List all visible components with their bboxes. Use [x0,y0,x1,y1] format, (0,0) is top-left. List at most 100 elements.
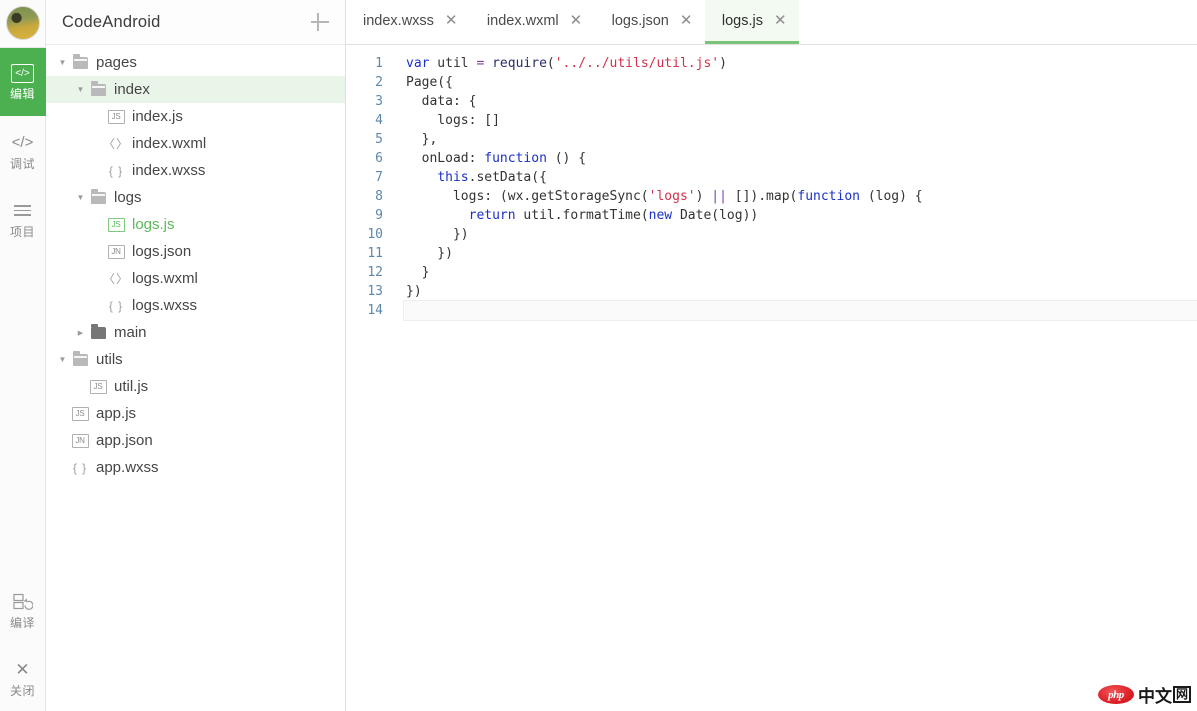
code-line[interactable]: }) [406,225,1197,244]
chevron-right-icon[interactable] [74,329,87,337]
tree-item-index[interactable]: index [46,76,345,103]
tab-close-icon[interactable]: ✕ [680,13,692,28]
watermark: php 中文网 [1098,682,1191,707]
tree-item-app-js[interactable]: JSapp.js [46,400,345,427]
angle-brackets-glyph: 〈〉 [103,273,129,285]
chevron-down-icon[interactable] [74,194,87,202]
code-line[interactable]: }) [406,244,1197,263]
curly-braces-glyph: { } [109,300,123,312]
code-token: require [492,56,547,71]
line-number: 10 [346,225,383,244]
tree-item-logs-js[interactable]: JSlogs.js [46,211,345,238]
tree-item-utils[interactable]: utils [46,346,345,373]
tree-item-logs[interactable]: logs [46,184,345,211]
tab-index-wxml[interactable]: index.wxml ✕ [470,0,595,44]
code-token: 'logs' [649,189,696,204]
tree-item-util-js[interactable]: JSutil.js [46,373,345,400]
rail-item-list: </>编辑</>调试项目 [0,48,46,252]
tree-item-index-wxss[interactable]: { } index.wxss [46,157,345,184]
code-area[interactable]: 1234567891011121314 var util = require('… [346,45,1197,711]
tree-item-logs-wxss[interactable]: { }logs.wxss [46,292,345,319]
code-token [406,208,469,223]
code-line[interactable]: this.setData({ [406,168,1197,187]
code-token: function [797,189,860,204]
code-brackets-icon: </> [11,64,34,83]
code-token: new [649,208,672,223]
line-number: 6 [346,149,383,168]
chevron-down-icon[interactable] [56,356,69,364]
folder-open-icon [87,192,109,204]
line-number: 7 [346,168,383,187]
code-token: }) [406,246,453,261]
code-token: []).map( [727,189,797,204]
code-token [484,56,492,71]
tab-close-icon[interactable]: ✕ [445,13,457,28]
js-badge: JS [108,218,125,232]
tree-item-app-json[interactable]: JNapp.json [46,427,345,454]
tree-item-index-wxml[interactable]: 〈〉index.wxml [46,130,345,157]
rail-item-project[interactable]: 项目 [0,184,46,252]
line-number: 8 [346,187,383,206]
line-number: 13 [346,282,383,301]
project-title: CodeAndroid [62,13,309,32]
chevron-down-icon[interactable] [56,59,69,67]
code-line[interactable]: }) [406,282,1197,301]
tab-close-icon[interactable]: ✕ [774,13,786,28]
tab-close-icon[interactable]: ✕ [570,13,582,28]
code-line[interactable]: data: { [406,92,1197,111]
watermark-text: 中文网 [1138,682,1191,707]
code-content[interactable]: var util = require('../../utils/util.js'… [392,45,1197,711]
code-line[interactable]: onLoad: function () { [406,149,1197,168]
code-line[interactable]: } [406,263,1197,282]
rail-item-edit[interactable]: </>编辑 [0,48,46,116]
tab-logs-js[interactable]: logs.js✕ [705,0,799,44]
curly-braces-glyph: { } [109,165,123,177]
code-line[interactable]: logs: [] [406,111,1197,130]
ide-window: </>编辑</>调试项目 编译✕关闭 CodeAndroid pagesinde… [0,0,1197,711]
tree-item-logs-json[interactable]: JNlogs.json [46,238,345,265]
code-line[interactable]: }, [406,130,1197,149]
curly-braces-glyph: { } [73,462,87,474]
json-badge: JN [72,434,89,448]
rail-item-compile[interactable]: 编译 [0,575,46,643]
tree-item-index-js[interactable]: JSindex.js [46,103,345,130]
project-header: CodeAndroid [46,0,345,45]
rail-bottom-list: 编译✕关闭 [0,575,46,711]
code-token: ( [547,56,555,71]
avatar[interactable] [6,6,40,40]
code-line[interactable]: logs: (wx.getStorageSync('logs') || []).… [406,187,1197,206]
code-line[interactable]: var util = require('../../utils/util.js'… [406,54,1197,73]
js-file-icon: JS [105,110,127,124]
tab-logs-json[interactable]: logs.json✕ [595,0,705,44]
code-token: return [469,208,516,223]
code-line[interactable]: return util.formatTime(new Date(log)) [406,206,1197,225]
line-number: 4 [346,111,383,130]
tree-item-label: index.wxss [132,162,205,179]
rail-item-label: 调试 [10,158,35,170]
tree-item-label: index [114,81,150,98]
add-file-button[interactable] [309,11,331,33]
code-line[interactable] [404,301,1197,320]
tree-item-pages[interactable]: pages [46,49,345,76]
code-token [406,170,437,185]
folder-closed-icon [87,327,109,339]
tree-item-app-wxss[interactable]: { }app.wxss [46,454,345,481]
wxss-file-icon: { } [105,300,127,312]
tab-index-wxss[interactable]: index.wxss✕ [346,0,470,44]
editor-tabbar: index.wxss✕index.wxml✕logs.json✕logs.js✕ [346,0,1197,45]
angle-brackets-glyph: 〈〉 [103,138,129,150]
js-badge: JS [90,380,107,394]
code-line[interactable]: Page({ [406,73,1197,92]
js-badge: JS [108,110,125,124]
tree-item-label: main [114,324,147,341]
tab-label: index.wxml [487,13,559,29]
tree-item-main[interactable]: main [46,319,345,346]
rail-item-close[interactable]: ✕关闭 [0,643,46,711]
js-file-icon: JS [105,218,127,232]
tree-item-label: logs.wxml [132,270,198,287]
rail-item-debug[interactable]: </>调试 [0,116,46,184]
watermark-text-2: 网 [1173,686,1191,703]
chevron-down-icon[interactable] [74,86,87,94]
tree-item-label: logs.json [132,243,191,260]
tree-item-logs-wxml[interactable]: 〈〉logs.wxml [46,265,345,292]
